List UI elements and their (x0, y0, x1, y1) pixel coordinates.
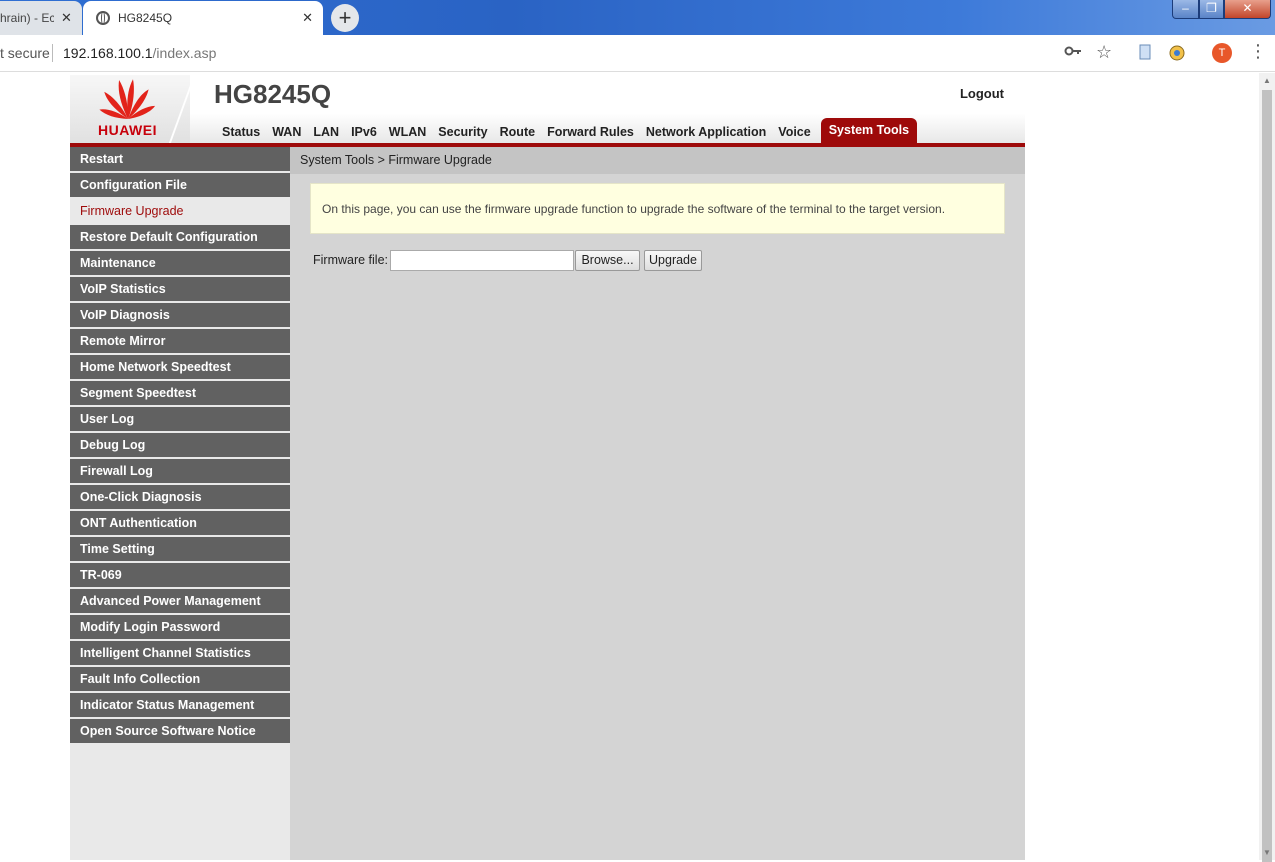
key-icon[interactable] (1064, 44, 1082, 63)
sidebar-item-segment-speedtest[interactable]: Segment Speedtest (70, 381, 290, 407)
new-tab-button[interactable]: + (331, 4, 359, 32)
nav-security[interactable]: Security (432, 125, 493, 143)
maximize-button[interactable]: ❐ (1199, 0, 1224, 19)
scroll-down-icon[interactable]: ▼ (1263, 848, 1271, 857)
nav-route[interactable]: Route (494, 125, 541, 143)
nav-system-tools[interactable]: System Tools (820, 118, 918, 143)
breadcrumb: System Tools > Firmware Upgrade (290, 147, 1025, 174)
sidebar-item-remote-mirror[interactable]: Remote Mirror (70, 329, 290, 355)
router-page: HUAWEI HG8245Q Logout Status WAN LAN IPv… (70, 75, 1025, 860)
info-message: On this page, you can use the firmware u… (310, 183, 1005, 234)
logout-link[interactable]: Logout (960, 86, 1004, 101)
sidebar-item-voip-diagnosis[interactable]: VoIP Diagnosis (70, 303, 290, 329)
page-scrollbar[interactable]: ▲ ▼ (1259, 73, 1275, 862)
nav-ipv6[interactable]: IPv6 (345, 125, 383, 143)
sidebar-item-advanced-power-management[interactable]: Advanced Power Management (70, 589, 290, 615)
star-icon[interactable]: ☆ (1096, 42, 1112, 63)
nav-status[interactable]: Status (216, 125, 266, 143)
main-nav: Status WAN LAN IPv6 WLAN Security Route … (216, 118, 918, 143)
firmware-file-input[interactable] (390, 250, 574, 271)
menu-icon[interactable]: ⋮ (1249, 41, 1267, 62)
browse-button[interactable]: Browse... (575, 250, 640, 271)
sidebar-item-firewall-log[interactable]: Firewall Log (70, 459, 290, 485)
address-bar: t secure 192.168.100.1/index.asp ☆ T ⋮ (0, 35, 1275, 72)
browser-tab-inactive[interactable]: hrain) - Ec ✕ (0, 1, 82, 35)
nav-forward-rules[interactable]: Forward Rules (541, 125, 640, 143)
nav-lan[interactable]: LAN (307, 125, 345, 143)
sidebar-item-user-log[interactable]: User Log (70, 407, 290, 433)
sidebar-item-configuration-file[interactable]: Configuration File (70, 173, 290, 199)
window-close-button[interactable]: ✕ (1224, 0, 1271, 19)
logo-text: HUAWEI (98, 122, 157, 138)
sidebar-item-one-click-diagnosis[interactable]: One-Click Diagnosis (70, 485, 290, 511)
globe-icon (96, 11, 110, 25)
nav-network-application[interactable]: Network Application (640, 125, 772, 143)
sidebar-item-indicator-status-management[interactable]: Indicator Status Management (70, 693, 290, 719)
bookmark-icon[interactable] (1138, 44, 1152, 65)
scroll-thumb[interactable] (1262, 90, 1272, 862)
security-indicator[interactable]: t secure (0, 45, 50, 61)
firmware-file-label: Firmware file: (313, 253, 389, 267)
url-field[interactable]: 192.168.100.1/index.asp (63, 45, 216, 61)
nav-wan[interactable]: WAN (266, 125, 307, 143)
huawei-flower-icon (99, 79, 156, 119)
sidebar-item-intelligent-channel-statistics[interactable]: Intelligent Channel Statistics (70, 641, 290, 667)
sidebar-item-restore-default[interactable]: Restore Default Configuration (70, 225, 290, 251)
sidebar-item-ont-authentication[interactable]: ONT Authentication (70, 511, 290, 537)
browser-tab-bar: hrain) - Ec ✕ HG8245Q ✕ + – ❐ ✕ (0, 0, 1275, 35)
tab-title: HG8245Q (118, 11, 173, 25)
tab-title: hrain) - Ec (0, 11, 54, 25)
profile-avatar[interactable]: T (1212, 43, 1232, 63)
sidebar-item-modify-login-password[interactable]: Modify Login Password (70, 615, 290, 641)
divider (52, 44, 53, 62)
sidebar-item-home-network-speedtest[interactable]: Home Network Speedtest (70, 355, 290, 381)
tab-close-icon[interactable]: ✕ (61, 10, 72, 26)
sidebar-item-time-setting[interactable]: Time Setting (70, 537, 290, 563)
sidebar-item-restart[interactable]: Restart (70, 147, 290, 173)
nav-wlan[interactable]: WLAN (383, 125, 433, 143)
sidebar-item-firmware-upgrade[interactable]: Firmware Upgrade (70, 199, 290, 225)
tab-close-icon[interactable]: ✕ (302, 10, 313, 26)
page-header: HUAWEI HG8245Q Logout Status WAN LAN IPv… (70, 75, 1025, 151)
nav-voice[interactable]: Voice (772, 125, 816, 143)
sidebar-menu: Restart Configuration File Firmware Upgr… (70, 147, 290, 860)
scroll-up-icon[interactable]: ▲ (1263, 76, 1271, 85)
url-path: /index.asp (152, 45, 217, 61)
sidebar-item-tr069[interactable]: TR-069 (70, 563, 290, 589)
minimize-button[interactable]: – (1172, 0, 1199, 19)
sidebar-item-fault-info-collection[interactable]: Fault Info Collection (70, 667, 290, 693)
upgrade-button[interactable]: Upgrade (644, 250, 702, 271)
sidebar-item-voip-statistics[interactable]: VoIP Statistics (70, 277, 290, 303)
browser-tab-active[interactable]: HG8245Q ✕ (83, 1, 323, 35)
url-host: 192.168.100.1 (63, 45, 153, 61)
extension-icon[interactable] (1168, 44, 1186, 67)
sidebar-item-open-source-notice[interactable]: Open Source Software Notice (70, 719, 290, 745)
page-title: HG8245Q (214, 79, 332, 109)
sidebar-item-maintenance[interactable]: Maintenance (70, 251, 290, 277)
sidebar-item-debug-log[interactable]: Debug Log (70, 433, 290, 459)
